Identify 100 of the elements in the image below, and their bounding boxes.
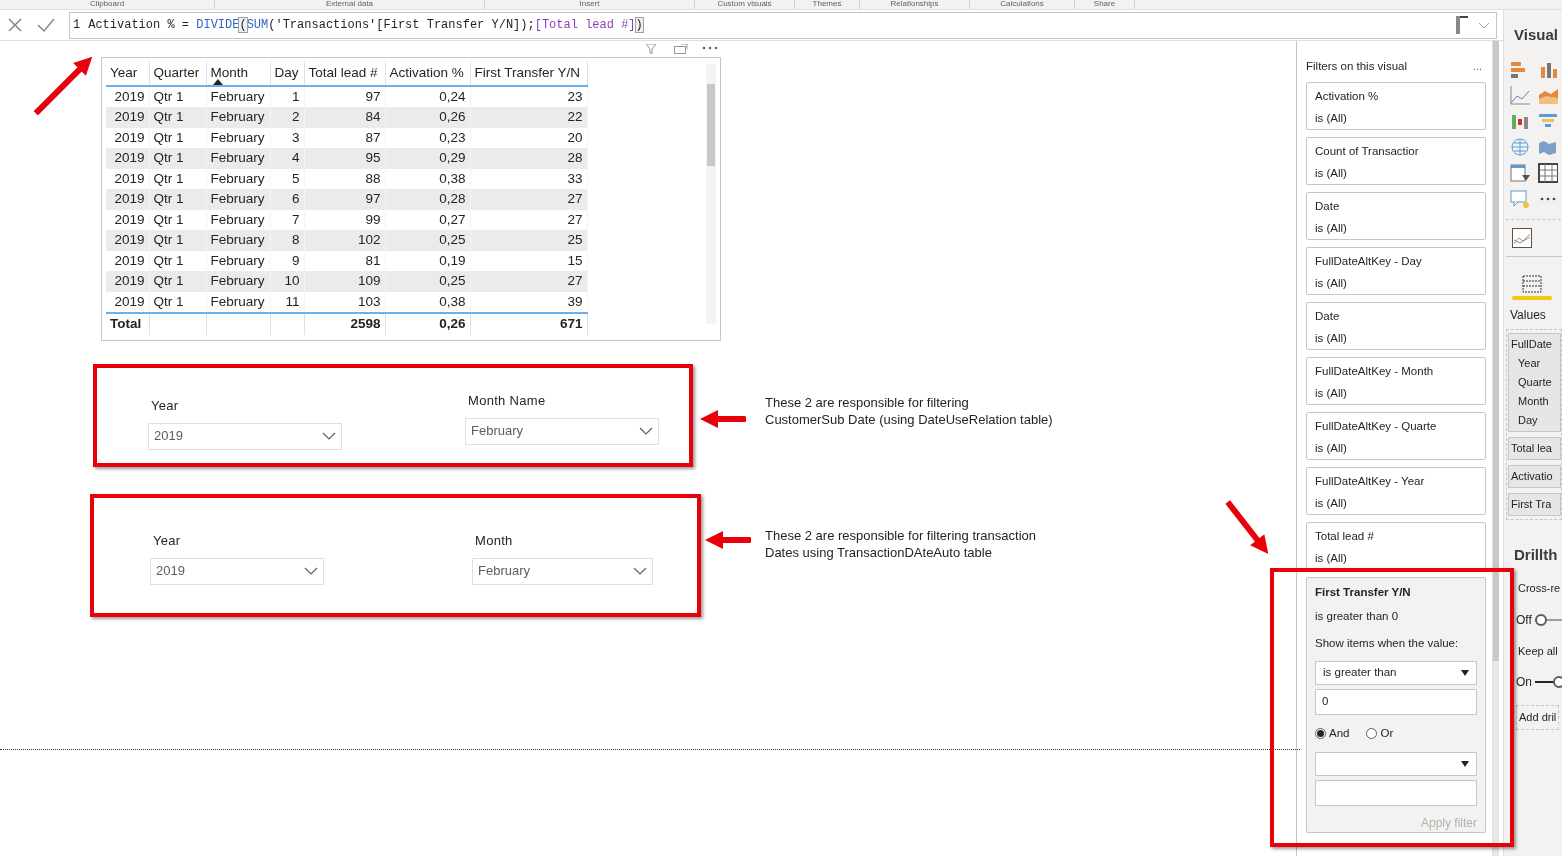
condition-dropdown[interactable]: is greater than xyxy=(1315,661,1477,685)
field-label: FullDate xyxy=(1511,336,1552,352)
chevron-down-icon[interactable] xyxy=(639,427,653,435)
more-options-icon[interactable] xyxy=(702,46,718,50)
toggle-label: On xyxy=(1516,674,1532,691)
dropdown-arrow-icon[interactable] xyxy=(1461,670,1469,676)
field-pill[interactable]: Activatio xyxy=(1508,464,1561,488)
filter-icon[interactable] xyxy=(646,44,656,54)
filter-card[interactable]: FullDateAltKey - Month is (All) xyxy=(1306,357,1486,406)
filter-summary: is (All) xyxy=(1315,165,1348,181)
radio-option[interactable]: Or xyxy=(1366,725,1394,743)
table-icon[interactable] xyxy=(1538,162,1558,183)
filter-card[interactable]: Count of Transactior is (All) xyxy=(1306,137,1486,186)
ribbon-group-label: Share xyxy=(1093,0,1116,8)
filter-card[interactable]: FullDateAltKey - Quarte is (All) xyxy=(1306,412,1486,461)
table-cell: February xyxy=(206,271,270,292)
filter-summary: is (All) xyxy=(1315,385,1348,401)
filter-summary: is (All) xyxy=(1315,550,1348,566)
fields-tab[interactable] xyxy=(1512,274,1552,300)
slicer-label: Year xyxy=(151,397,180,415)
filter-field: Date xyxy=(1315,308,1477,326)
globe-icon[interactable] xyxy=(1510,136,1530,157)
table-cell: Qtr 1 xyxy=(149,148,206,169)
value-input[interactable] xyxy=(1315,780,1477,807)
table-cell: 95 xyxy=(304,148,385,169)
chevron-down-icon[interactable] xyxy=(322,432,336,440)
ribbon-group-label: Clipboard xyxy=(89,0,125,8)
slicer-dropdown[interactable]: February xyxy=(465,417,659,445)
commit-icon[interactable] xyxy=(36,17,56,33)
field-pill[interactable]: First Tra xyxy=(1508,492,1561,516)
ribbon-group-label: Insert xyxy=(579,0,600,8)
radio-button[interactable] xyxy=(1366,728,1378,740)
field-pill[interactable]: FullDate Year Quarte Month Day xyxy=(1508,332,1561,432)
chevron-down-icon[interactable] xyxy=(304,567,318,575)
filter-card[interactable]: FullDateAltKey - Year is (All) xyxy=(1306,467,1486,516)
column-header[interactable]: Year xyxy=(106,61,149,86)
cancel-icon[interactable] xyxy=(7,17,23,33)
table-cell: February xyxy=(206,148,270,169)
scrollbar[interactable] xyxy=(1493,41,1499,856)
filter-summary: is (All) xyxy=(1315,220,1348,236)
scrollbar[interactable] xyxy=(706,64,716,324)
table-cell: 2019 xyxy=(106,230,149,251)
column-header[interactable]: Day xyxy=(270,61,304,86)
column-header[interactable]: Month xyxy=(206,61,270,86)
fields-icon[interactable] xyxy=(1522,274,1542,293)
annotation-note: These 2 are responsible for filtering CustomerSub Date (using DateUseRelation table) xyxy=(765,394,1053,428)
column-header[interactable]: Total lead # xyxy=(304,61,385,86)
analytics-icon[interactable] xyxy=(1512,227,1532,248)
filter-field: FullDateAltKey - Month xyxy=(1315,363,1477,381)
table-cell: Qtr 1 xyxy=(149,107,206,128)
toggle-switch[interactable] xyxy=(1534,613,1562,626)
table-cell: 2019 xyxy=(106,271,149,292)
option-label: Cross-re xyxy=(1518,581,1561,596)
line-chart-icon[interactable] xyxy=(1510,84,1530,105)
table-cell: 2 xyxy=(270,107,304,128)
value-input[interactable]: 0 xyxy=(1315,689,1477,715)
toggle-label: Off xyxy=(1516,611,1532,629)
table-cell: 0,29 xyxy=(385,148,470,169)
table-cell: 27 xyxy=(470,189,587,210)
slicer-label: Month xyxy=(475,532,514,550)
slicer-value: 2019 xyxy=(154,427,183,446)
slicer-label: Month Name xyxy=(468,392,547,410)
table-cell: 10 xyxy=(270,271,304,292)
table-cell: 22 xyxy=(470,107,587,128)
slicer-dropdown[interactable]: February xyxy=(472,557,653,585)
table-cell: 27 xyxy=(470,271,587,292)
filter-card[interactable]: Total lead # is (All) xyxy=(1306,522,1486,571)
field-pill[interactable]: Total lea xyxy=(1508,436,1561,460)
ribbon-group-label: Relationships xyxy=(890,0,939,8)
filter-summary: is (All) xyxy=(1315,275,1348,291)
filter-card[interactable]: FullDateAltKey - Day is (All) xyxy=(1306,247,1486,296)
filter-card[interactable]: First Transfer Y/N is greater than 0 Show items when the value: is greater than 0 And Or Apply filter xyxy=(1306,577,1486,834)
drillthrough-drop-zone: Add dril xyxy=(1516,705,1560,730)
more-options[interactable]: ... xyxy=(1472,58,1482,75)
filter-field: Total lead # xyxy=(1315,528,1477,546)
scroll-thumb[interactable] xyxy=(1493,41,1499,661)
scroll-thumb[interactable] xyxy=(707,84,715,166)
slicer-dropdown[interactable]: 2019 xyxy=(150,557,324,585)
filter-card[interactable]: Activation % is (All) xyxy=(1306,82,1486,131)
line-number: 1 xyxy=(73,17,81,34)
radio-option[interactable]: And xyxy=(1315,725,1350,743)
focus-mode-icon[interactable] xyxy=(674,44,688,54)
radio-button[interactable] xyxy=(1315,728,1326,740)
column-header[interactable]: Activation % xyxy=(385,61,470,86)
field-label: First Tra xyxy=(1511,496,1552,512)
column-header[interactable]: First Transfer Y/N xyxy=(470,61,587,86)
slicer-dropdown[interactable]: 2019 xyxy=(148,422,342,450)
filter-prompt: Show items when the value: xyxy=(1315,635,1460,651)
ribbon-group-label: Custom visuals xyxy=(717,0,772,8)
chevron-down-icon[interactable] xyxy=(633,567,647,575)
column-header[interactable]: Quarter xyxy=(149,61,206,86)
table-cell: 0,25 xyxy=(385,230,470,251)
filter-card[interactable]: Date is (All) xyxy=(1306,302,1486,351)
dropdown-arrow-icon[interactable] xyxy=(1461,761,1469,768)
field-label: Year xyxy=(1518,355,1541,371)
filter-card[interactable]: Date is (All) xyxy=(1306,192,1486,241)
slicer-icon[interactable] xyxy=(1510,162,1530,183)
filter-summary: is (All) xyxy=(1315,495,1348,511)
toggle-switch[interactable] xyxy=(1535,676,1562,688)
filter-field: Count of Transactior xyxy=(1315,143,1477,161)
